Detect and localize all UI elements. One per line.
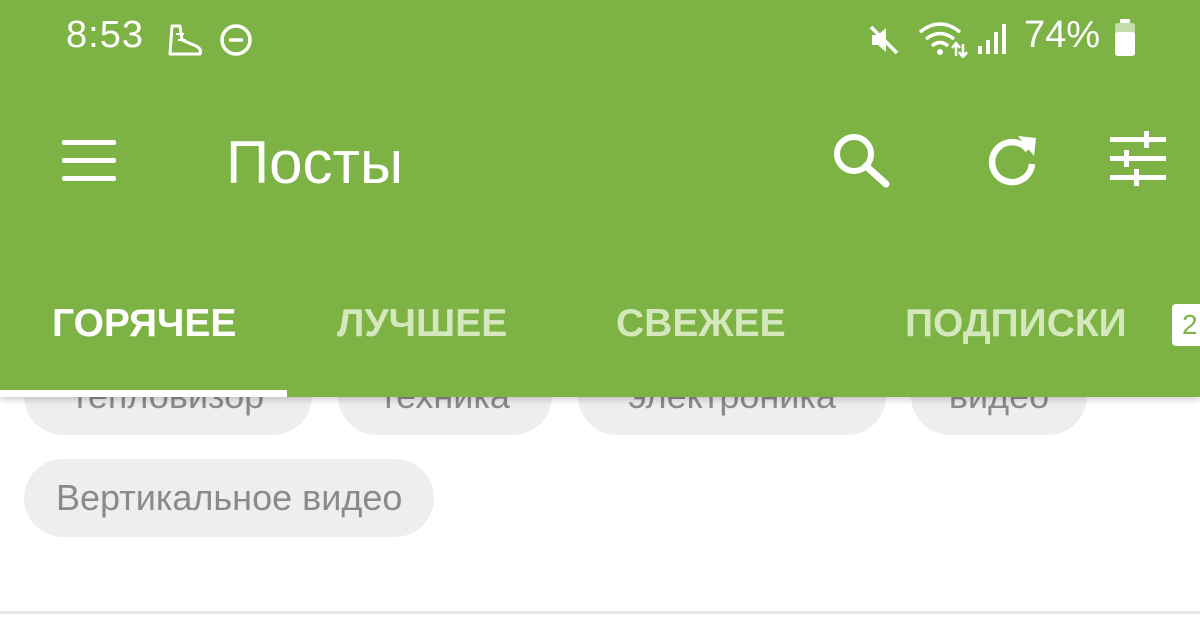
battery-percent: 74% <box>1024 14 1101 56</box>
menu-icon[interactable] <box>62 140 118 182</box>
tag-chip[interactable]: Вертикальное видео <box>24 459 435 537</box>
tab-subscriptions[interactable]: ПОДПИСКИ <box>905 302 1127 346</box>
battery-icon <box>1112 18 1138 63</box>
step-counter-icon <box>164 22 204 63</box>
tab-best[interactable]: ЛУЧШЕЕ <box>337 302 507 346</box>
subscriptions-badge: 2 <box>1172 304 1200 346</box>
signal-icon <box>976 22 1012 61</box>
page-title: Посты <box>226 129 404 196</box>
refresh-icon[interactable] <box>984 132 1040 193</box>
dnd-icon <box>218 22 254 63</box>
search-icon[interactable] <box>832 132 892 193</box>
active-tab-indicator <box>0 390 287 397</box>
status-time: 8:53 <box>66 14 144 56</box>
mute-icon <box>866 22 902 63</box>
app-bar: 8:53 74% Посты ГОРЯЧЕЕ ЛУЧШЕЕ СВЕЖЕЕ ПОД… <box>0 0 1200 397</box>
tab-hot[interactable]: ГОРЯЧЕЕ <box>52 302 236 346</box>
post-divider <box>0 611 1200 614</box>
screen: тепловизор техника электроника видео Вер… <box>0 0 1200 628</box>
tab-fresh[interactable]: СВЕЖЕЕ <box>616 302 786 346</box>
wifi-icon <box>916 18 968 63</box>
filter-icon[interactable] <box>1108 130 1168 193</box>
